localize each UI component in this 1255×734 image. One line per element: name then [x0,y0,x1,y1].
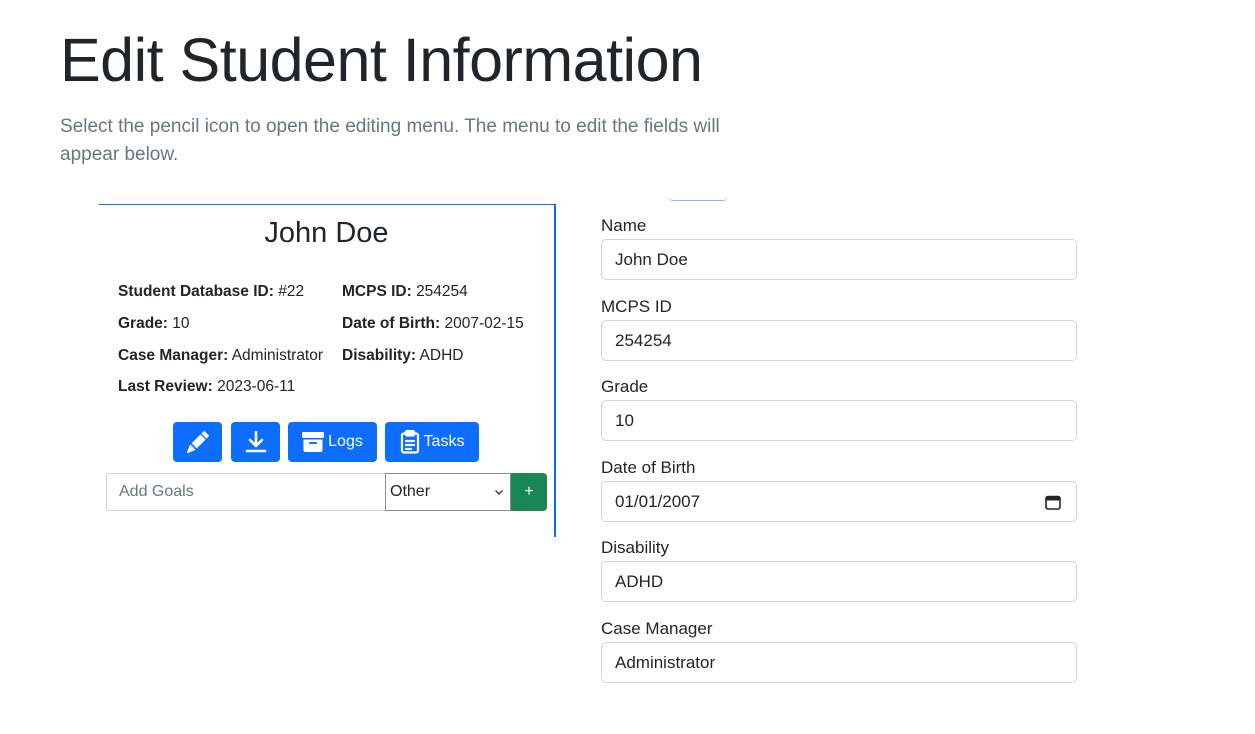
download-icon [245,430,266,453]
case-manager-field[interactable]: Administrator [601,642,1077,683]
clipboard-icon [400,430,419,454]
student-card: John Doe Student Database ID: #22 MCPS I… [99,204,556,537]
case-manager-value: Administrator [231,347,324,364]
disability-field[interactable]: ADHD [601,561,1077,602]
date-of-birth-value: 01/01/2007 [615,491,701,511]
add-goals-input[interactable] [106,473,386,511]
dob-label: Date of Birth: [342,315,441,332]
date-of-birth-field[interactable]: 01/01/2007 [601,481,1077,522]
add-goals-group: Other + [106,473,547,511]
name-label: Name [601,216,647,235]
chevron-down-icon [495,490,503,495]
grade-label: Grade: [118,315,168,332]
student-name: John Doe [264,217,389,249]
mcps-id: MCPS ID: 254254 [342,283,468,301]
name-field[interactable]: John Doe [601,239,1077,280]
mcps-id-field[interactable]: 254254 [601,320,1077,361]
last-review: Last Review: 2023-06-11 [118,378,295,396]
last-review-label: Last Review: [118,378,213,395]
disability-value: ADHD [419,347,464,364]
grade: Grade: 10 [118,315,190,333]
download-button[interactable] [231,422,280,462]
case-manager-label: Case Manager: [118,347,229,364]
mcps-id-label: MCPS ID [601,297,672,316]
date-of-birth: Date of Birth: 2007-02-15 [342,315,524,333]
case-manager-label: Case Manager [601,619,713,638]
case-manager: Case Manager: Administrator [118,347,323,365]
goal-type-select[interactable]: Other [385,473,511,511]
edit-button[interactable] [173,422,222,462]
archive-icon [302,432,325,452]
mcps-id-value: 254254 [416,283,468,300]
tasks-label: Tasks [423,433,465,450]
logs-button[interactable]: Logs [288,422,377,462]
grade-label: Grade [601,377,649,396]
grade-value: 10 [172,315,190,332]
tab-indicator [668,196,728,201]
dob-value: 2007-02-15 [444,315,524,332]
calendar-icon[interactable] [1045,494,1061,510]
tasks-button[interactable]: Tasks [385,422,479,462]
goal-type-selected: Other [390,483,431,500]
student-db-id: Student Database ID: #22 [118,283,304,301]
last-review-value: 2023-06-11 [217,378,296,395]
mcps-id-label: MCPS ID: [342,283,412,300]
disability: Disability: ADHD [342,347,463,365]
page-title: Edit Student Information [60,26,703,94]
pencil-icon [186,431,209,453]
intro-text: Select the pencil icon to open the editi… [60,116,720,165]
db-id-value: #22 [278,283,305,300]
disability-label: Disability [601,538,670,557]
logs-label: Logs [328,433,363,450]
db-id-label: Student Database ID: [118,283,274,300]
date-of-birth-label: Date of Birth [601,458,696,477]
add-goal-button[interactable]: + [511,473,547,511]
grade-field[interactable]: 10 [601,400,1077,441]
disability-label: Disability: [342,347,417,364]
